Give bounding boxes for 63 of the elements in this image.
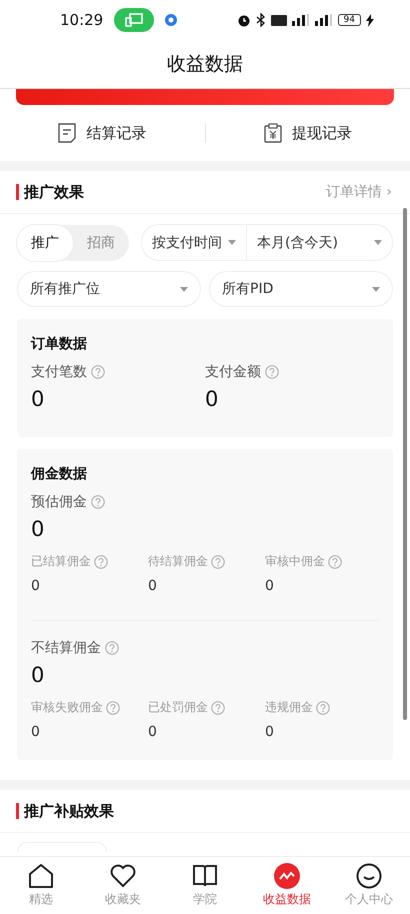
screen-cast-icon — [114, 8, 154, 32]
metric-value: 0 — [31, 724, 41, 740]
metric-label: 已处罚佣金 — [148, 699, 208, 716]
page-title: 收益数据 — [167, 52, 243, 77]
metric-value: 0 — [148, 578, 158, 594]
metric-value: 0 — [148, 724, 158, 740]
tab[interactable]: 推广 — [17, 224, 73, 260]
metric-label: 预估佣金 — [31, 493, 87, 511]
caret-icon — [372, 286, 380, 292]
metric-label: 支付金额 — [205, 363, 261, 381]
section-title: 推广效果 — [24, 182, 84, 202]
help-icon[interactable] — [105, 641, 119, 655]
section-title: 推广补贴效果 — [24, 802, 114, 820]
metric-value: 0 — [265, 578, 275, 594]
charging-icon — [366, 14, 374, 26]
app-notification-icon — [165, 14, 178, 26]
home-icon — [28, 863, 54, 889]
help-icon[interactable] — [328, 554, 342, 568]
metric-label: 待结算佣金 — [148, 553, 208, 570]
metric-value: 0 — [31, 578, 41, 594]
metric-value: 0 — [265, 724, 275, 740]
help-icon[interactable] — [265, 365, 279, 379]
bluetooth-icon — [256, 13, 266, 27]
smiley-icon — [356, 863, 382, 889]
metric-value: 0 — [31, 663, 46, 687]
caret-icon — [374, 240, 382, 245]
help-icon[interactable] — [91, 495, 105, 509]
metric-value: 0 — [205, 387, 220, 411]
signal-icon — [292, 14, 310, 26]
metric-label: 已结算佣金 — [31, 553, 91, 570]
dropdown[interactable]: 按支付时间 — [142, 234, 246, 252]
metric-label: 违规佣金 — [265, 699, 313, 716]
metric-label: 不结算佣金 — [31, 639, 101, 657]
metric-label: 支付笔数 — [31, 363, 87, 381]
chart-icon — [274, 863, 300, 889]
status-time: 10:29 — [60, 11, 104, 29]
document-icon — [58, 123, 76, 143]
battery-level: 94 — [338, 14, 361, 26]
signal-icon — [314, 14, 333, 26]
metric-value: 0 — [31, 387, 46, 411]
nav-tab[interactable]: 收益数据 — [246, 857, 328, 914]
help-icon[interactable] — [91, 365, 105, 379]
metric-label: 审核中佣金 — [265, 553, 325, 570]
help-icon[interactable] — [316, 700, 330, 714]
book-icon — [192, 863, 218, 889]
help-icon[interactable] — [94, 554, 108, 568]
caret-icon — [228, 240, 236, 245]
card-title: 订单数据 — [31, 335, 88, 353]
help-icon[interactable] — [211, 554, 225, 568]
record-button[interactable]: 提现记录 — [206, 122, 410, 144]
dropdown[interactable]: 所有PID — [209, 271, 393, 307]
record-button[interactable]: 结算记录 — [0, 122, 204, 144]
clipboard-yuan-icon — [264, 123, 282, 143]
card-title: 佣金数据 — [31, 465, 88, 483]
metric-value: 0 — [31, 517, 46, 541]
help-icon[interactable] — [211, 700, 225, 714]
help-icon[interactable] — [106, 700, 120, 714]
heart-icon — [110, 863, 136, 889]
metric-label: 审核失败佣金 — [31, 699, 103, 716]
dropdown[interactable]: 本月(含今天) — [247, 234, 392, 252]
dropdown[interactable]: 所有推广位 — [17, 271, 201, 307]
caret-icon — [180, 286, 188, 292]
alarm-icon — [236, 13, 251, 27]
